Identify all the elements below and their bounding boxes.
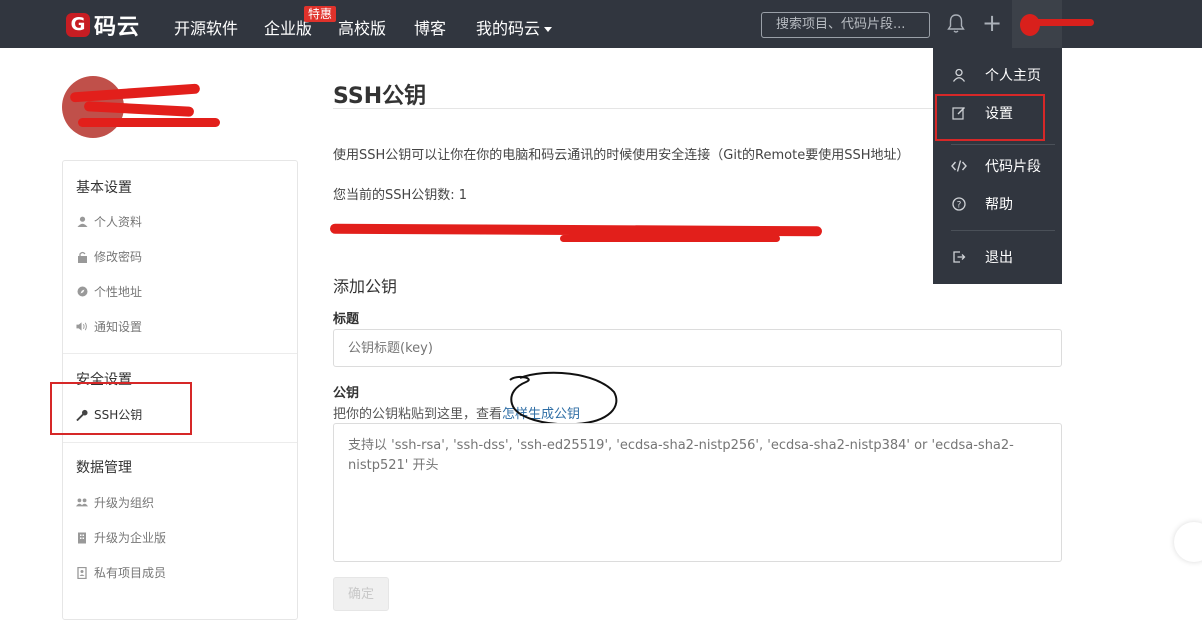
menu-item-label: 代码片段	[985, 159, 1041, 175]
key-title-input[interactable]	[333, 329, 1062, 367]
search-input[interactable]: 搜索项目、代码片段...	[761, 12, 930, 38]
sidebar-item-label: 个性地址	[94, 285, 143, 299]
top-navbar: G 码云 开源软件 企业版 特惠 高校版 博客 我的码云 搜索项目、代码片段..…	[0, 0, 1202, 48]
menu-item-label: 个人主页	[985, 68, 1041, 84]
user-icon	[76, 216, 88, 228]
logout-icon	[933, 250, 985, 264]
menu-item-label: 帮助	[985, 197, 1013, 213]
building-icon	[76, 532, 88, 544]
nav-open-source[interactable]: 开源软件	[174, 15, 238, 39]
sidebar-item-address[interactable]: 个性地址	[76, 283, 142, 300]
menu-item-profile[interactable]: 个人主页	[933, 62, 1062, 88]
bell-icon[interactable]	[947, 14, 965, 34]
sidebar-item-profile[interactable]: 个人资料	[76, 213, 142, 230]
code-icon	[933, 159, 985, 173]
public-key-textarea[interactable]	[333, 423, 1062, 562]
annotation-highlight-ssh-keys	[50, 382, 192, 435]
plus-icon[interactable]: +	[982, 11, 1002, 35]
logo-text: 码云	[94, 15, 141, 40]
redaction-mark	[1026, 19, 1094, 26]
menu-item-logout[interactable]: 退出	[933, 244, 1062, 270]
annotation-highlight-settings	[935, 94, 1045, 141]
nav-my-menu-label: 我的码云	[476, 19, 541, 38]
sidebar-item-upgrade-enterprise[interactable]: 升级为企业版	[76, 529, 166, 546]
compass-icon	[76, 286, 88, 298]
nav-my-menu[interactable]: 我的码云	[476, 15, 553, 39]
menu-item-label: 退出	[985, 250, 1013, 266]
submit-button[interactable]: 确定	[333, 577, 389, 611]
lock-icon	[76, 251, 88, 263]
chevron-down-icon	[544, 27, 553, 32]
logo-mark-icon: G	[66, 13, 90, 37]
share-icon[interactable]	[1174, 522, 1202, 562]
sidebar-item-password[interactable]: 修改密码	[76, 248, 142, 265]
nav-education[interactable]: 高校版	[338, 15, 386, 39]
menu-divider	[951, 144, 1055, 145]
page-title: SSH公钥	[333, 84, 427, 109]
user-dropdown-menu: 个人主页 设置 代码片段 ? 帮助 退出	[933, 48, 1062, 284]
sidebar-item-label: 个人资料	[94, 215, 143, 229]
promo-badge: 特惠	[304, 6, 337, 22]
sidebar-item-label: 私有项目成员	[94, 566, 167, 580]
sidebar-item-label: 通知设置	[94, 320, 143, 334]
nav-blog[interactable]: 博客	[414, 15, 446, 39]
help-icon: ?	[933, 197, 985, 211]
section-title-basic: 基本设置	[76, 180, 132, 196]
menu-item-snippets[interactable]: 代码片段	[933, 153, 1062, 179]
redaction-mark	[560, 235, 780, 242]
contact-card-icon	[76, 566, 88, 579]
key-hint-text: 把你的公钥粘贴到这里，查看	[333, 407, 503, 422]
title-field-label: 标题	[333, 312, 360, 327]
annotation-lasso	[509, 371, 618, 426]
add-key-title: 添加公钥	[333, 277, 398, 296]
menu-divider	[951, 230, 1055, 231]
site-logo[interactable]: G 码云	[66, 12, 141, 40]
users-icon	[76, 497, 88, 509]
sidebar-item-label: 升级为组织	[94, 496, 155, 510]
page-description: 使用SSH公钥可以让你在你的电脑和码云通讯的时候使用安全连接（Git的Remot…	[333, 148, 910, 163]
sidebar-divider	[63, 442, 297, 443]
ssh-key-count: 您当前的SSH公钥数: 1	[333, 188, 468, 203]
user-icon	[933, 68, 985, 82]
sidebar-divider	[63, 353, 297, 354]
volume-icon	[76, 321, 88, 333]
sidebar-item-upgrade-org[interactable]: 升级为组织	[76, 494, 154, 511]
key-field-label: 公钥	[333, 386, 360, 401]
sidebar-item-label: 升级为企业版	[94, 531, 167, 545]
menu-item-help[interactable]: ? 帮助	[933, 191, 1062, 217]
svg-text:?: ?	[957, 201, 962, 211]
sidebar-item-private-members[interactable]: 私有项目成员	[76, 564, 166, 581]
title-divider	[333, 108, 933, 109]
section-title-data: 数据管理	[76, 460, 132, 476]
redaction-mark	[78, 118, 220, 127]
sidebar-item-notifications[interactable]: 通知设置	[76, 318, 142, 335]
sidebar-item-label: 修改密码	[94, 250, 143, 264]
